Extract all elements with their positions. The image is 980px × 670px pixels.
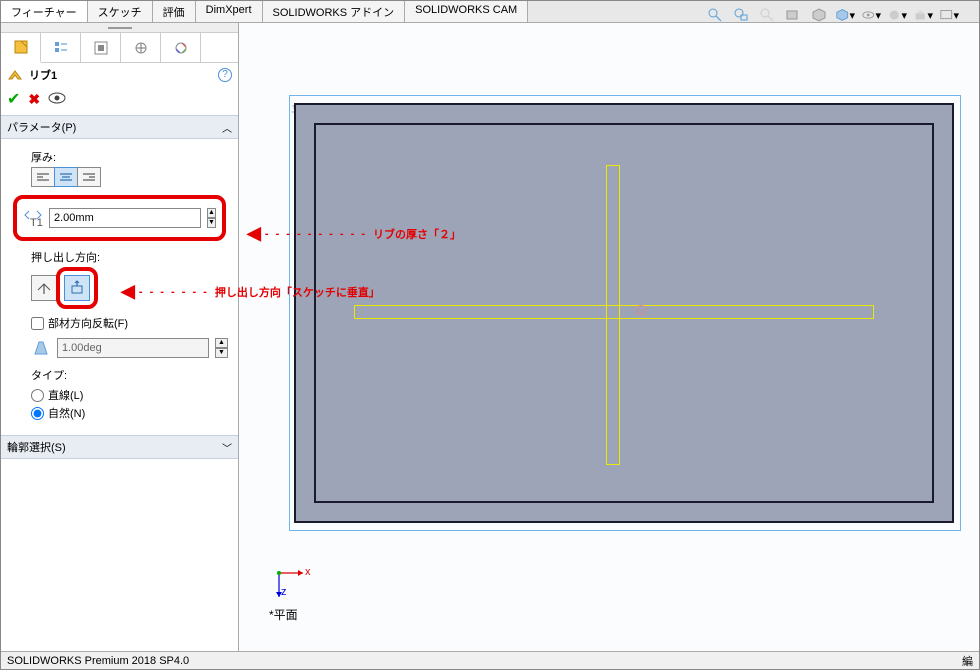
product-version-label: SOLIDWORKS Premium 2018 SP4.0 (7, 655, 189, 667)
draft-spin-down[interactable]: ▼ (215, 348, 228, 358)
thickness-dimension-icon: T1 (23, 207, 43, 229)
svg-text:x: x (305, 566, 311, 578)
arrow-left-icon: ◀ (121, 281, 135, 302)
accept-icon[interactable]: ✔ (7, 89, 20, 109)
thickness-spinner: ▲ ▼ (207, 208, 216, 228)
contour-select-section-header[interactable]: 輪郭選択(S) ﹀ (1, 435, 238, 459)
type-line-radio[interactable] (31, 389, 44, 402)
svg-text:z: z (281, 586, 287, 598)
accept-cancel-row: ✔ ✖ (1, 87, 238, 115)
property-manager-panel: リブ1 ? ✔ ✖ パラメータ(P) ︿ 厚み: T1 (1, 23, 239, 651)
panel-drag-handle[interactable] (1, 23, 238, 33)
configuration-manager-tab-icon[interactable] (81, 33, 121, 62)
thickness-spin-down[interactable]: ▼ (207, 218, 216, 228)
flip-material-label: 部材方向反転(F) (48, 315, 128, 331)
triad-plane-label: *平面 (269, 606, 298, 623)
model-body[interactable] (294, 103, 954, 523)
thickness-side-buttons (31, 167, 228, 187)
tab-dimxpert[interactable]: DimXpert (196, 1, 263, 22)
view-settings-icon[interactable]: ▾ (939, 5, 959, 25)
highlight-direction-normal (56, 267, 98, 309)
zoom-area-icon[interactable] (731, 5, 751, 25)
display-style-icon[interactable]: ▾ (835, 5, 855, 25)
thickness-second-side-button[interactable] (77, 167, 101, 187)
type-radio-group: 直線(L) 自然(N) (31, 387, 228, 421)
flip-material-checkbox[interactable] (31, 317, 44, 330)
tab-sw-cam[interactable]: SOLIDWORKS CAM (405, 1, 528, 22)
tab-sw-addins[interactable]: SOLIDWORKS アドイン (263, 1, 406, 22)
view-orientation-icon[interactable] (809, 5, 829, 25)
annotation-thickness: ◀ - - - - - - - - - - リブの厚さ「２」 (247, 223, 461, 244)
type-natural-radio[interactable] (31, 407, 44, 420)
apply-scene-icon[interactable]: ▾ (913, 5, 933, 25)
tab-sketch[interactable]: スケッチ (88, 1, 153, 22)
draft-spin-up[interactable]: ▲ (215, 338, 228, 348)
feature-manager-tab-icon[interactable] (1, 33, 41, 63)
direction-normal-to-sketch-button[interactable] (64, 275, 90, 301)
thickness-input[interactable] (49, 208, 201, 228)
rib-sketch-horizontal (354, 305, 874, 319)
expand-caret-icon: ﹀ (222, 440, 232, 455)
view-triad[interactable]: x z (271, 561, 311, 601)
graphics-viewport[interactable]: 平面 ◀ - - - - - - - - - - リブの厚さ「２」 ◀ - - … (239, 23, 979, 651)
collapse-caret-icon: ︿ (222, 120, 232, 135)
thickness-label: 厚み: (31, 149, 228, 165)
status-right-label: 編 (962, 653, 973, 669)
hide-show-icon[interactable]: ▾ (861, 5, 881, 25)
direction-parallel-button[interactable] (31, 275, 57, 301)
extrude-direction-label: 押し出し方向: (31, 249, 228, 265)
svg-text:T1: T1 (30, 217, 43, 228)
arrow-left-icon: ◀ (247, 223, 261, 244)
sketch-origin-icon (636, 305, 646, 315)
display-manager-tab-icon[interactable] (161, 33, 201, 62)
highlight-thickness-input: T1 ▲ ▼ (13, 195, 226, 241)
thickness-both-sides-button[interactable] (54, 167, 78, 187)
thickness-first-side-button[interactable] (31, 167, 55, 187)
section-view-icon[interactable] (783, 5, 803, 25)
status-bar: SOLIDWORKS Premium 2018 SP4.0 編 (1, 651, 979, 669)
help-icon[interactable]: ? (218, 68, 232, 82)
draft-spinner: ▲ ▼ (215, 338, 228, 358)
property-manager-tab-icon[interactable] (41, 33, 81, 62)
tab-evaluate[interactable]: 評価 (153, 1, 196, 22)
edit-appearance-icon[interactable]: ▾ (887, 5, 907, 25)
cancel-icon[interactable]: ✖ (28, 91, 40, 108)
view-hud-toolbar: ▾ ▾ ▾ ▾ ▾ (705, 5, 959, 25)
tab-features[interactable]: フィーチャー (1, 1, 88, 22)
rib-feature-icon (7, 67, 23, 83)
feature-title-row: リブ1 ? (1, 63, 238, 87)
feature-name: リブ1 (29, 67, 57, 83)
annotation-direction: ◀ - - - - - - - 押し出し方向「スケッチに垂直」 (121, 281, 380, 302)
draft-icon[interactable] (31, 337, 51, 359)
panel-tab-strip (1, 33, 238, 63)
thickness-spin-up[interactable]: ▲ (207, 208, 216, 218)
parameters-section-header[interactable]: パラメータ(P) ︿ (1, 115, 238, 139)
type-label: タイプ: (31, 367, 228, 383)
dimxpert-manager-tab-icon[interactable] (121, 33, 161, 62)
previous-view-icon[interactable] (757, 5, 777, 25)
draft-angle-input (57, 338, 209, 358)
preview-toggle-icon[interactable] (48, 91, 66, 108)
zoom-fit-icon[interactable] (705, 5, 725, 25)
